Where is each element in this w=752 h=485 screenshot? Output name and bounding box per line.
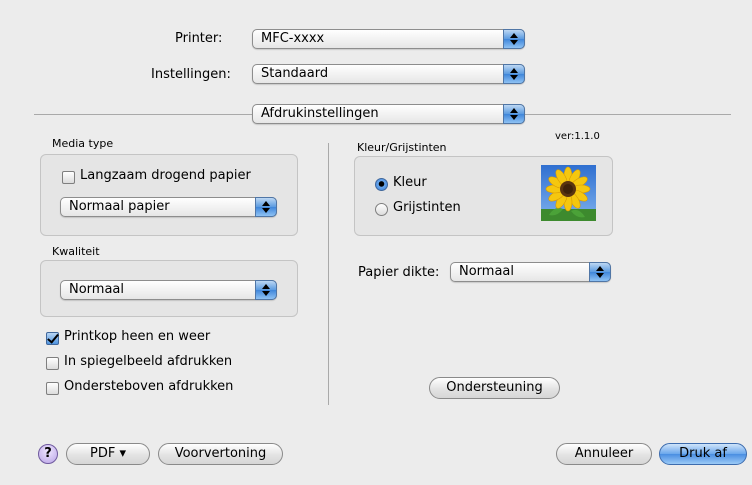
chevron-updown-icon	[255, 197, 277, 217]
column-divider	[328, 143, 329, 405]
slow-dry-label[interactable]: Langzaam drogend papier	[80, 168, 251, 183]
help-button[interactable]: ?	[38, 444, 58, 464]
mirror-print-checkbox[interactable]	[46, 357, 59, 370]
presets-value: Standaard	[261, 66, 329, 81]
bidirectional-checkbox[interactable]	[46, 332, 59, 345]
bidirectional-label[interactable]: Printkop heen en weer	[64, 329, 210, 344]
paper-type-select[interactable]: Normaal papier	[60, 197, 277, 217]
paper-type-value: Normaal papier	[69, 199, 170, 214]
preview-button[interactable]: Voorvertoning	[158, 443, 283, 465]
chevron-updown-icon	[255, 280, 277, 300]
color-title: Kleur/Grijstinten	[357, 141, 447, 154]
help-icon: ?	[44, 446, 52, 461]
slow-dry-checkbox[interactable]	[62, 171, 75, 184]
quality-value: Normaal	[69, 282, 125, 297]
chevron-updown-icon	[503, 64, 525, 84]
panel-separator-left	[34, 114, 252, 115]
printer-value: MFC-xxxx	[261, 31, 325, 46]
grayscale-radio[interactable]	[375, 203, 388, 216]
media-type-group	[40, 154, 298, 236]
printer-label: Printer:	[175, 31, 223, 46]
chevron-updown-icon	[503, 29, 525, 49]
quality-title: Kwaliteit	[52, 245, 100, 258]
chevron-updown-icon	[589, 262, 611, 282]
pdf-button[interactable]: PDF ▾	[66, 443, 150, 465]
mirror-print-label[interactable]: In spiegelbeeld afdrukken	[64, 354, 232, 369]
thickness-value: Normaal	[459, 264, 515, 279]
panel-select[interactable]: Afdrukinstellingen	[252, 104, 525, 124]
presets-select[interactable]: Standaard	[252, 64, 525, 84]
thickness-select[interactable]: Normaal	[450, 262, 611, 282]
cancel-button[interactable]: Annuleer	[556, 443, 652, 465]
color-radio[interactable]	[375, 178, 388, 191]
presets-label: Instellingen:	[151, 67, 231, 82]
panel-value: Afdrukinstellingen	[261, 106, 379, 121]
support-button[interactable]: Ondersteuning	[429, 377, 560, 399]
media-type-title: Media type	[52, 137, 114, 150]
thickness-label: Papier dikte:	[358, 265, 440, 280]
version-text: ver:1.1.0	[555, 131, 600, 142]
quality-select[interactable]: Normaal	[60, 280, 277, 300]
grayscale-radio-label[interactable]: Grijstinten	[393, 200, 461, 215]
sunflower-preview-image	[541, 165, 596, 221]
printer-select[interactable]: MFC-xxxx	[252, 29, 525, 49]
color-radio-label[interactable]: Kleur	[393, 175, 427, 190]
chevron-updown-icon	[503, 104, 525, 124]
reverse-print-label[interactable]: Ondersteboven afdrukken	[64, 379, 233, 394]
print-button[interactable]: Druk af	[659, 443, 747, 465]
panel-separator-right	[525, 114, 731, 115]
reverse-print-checkbox[interactable]	[46, 382, 59, 395]
